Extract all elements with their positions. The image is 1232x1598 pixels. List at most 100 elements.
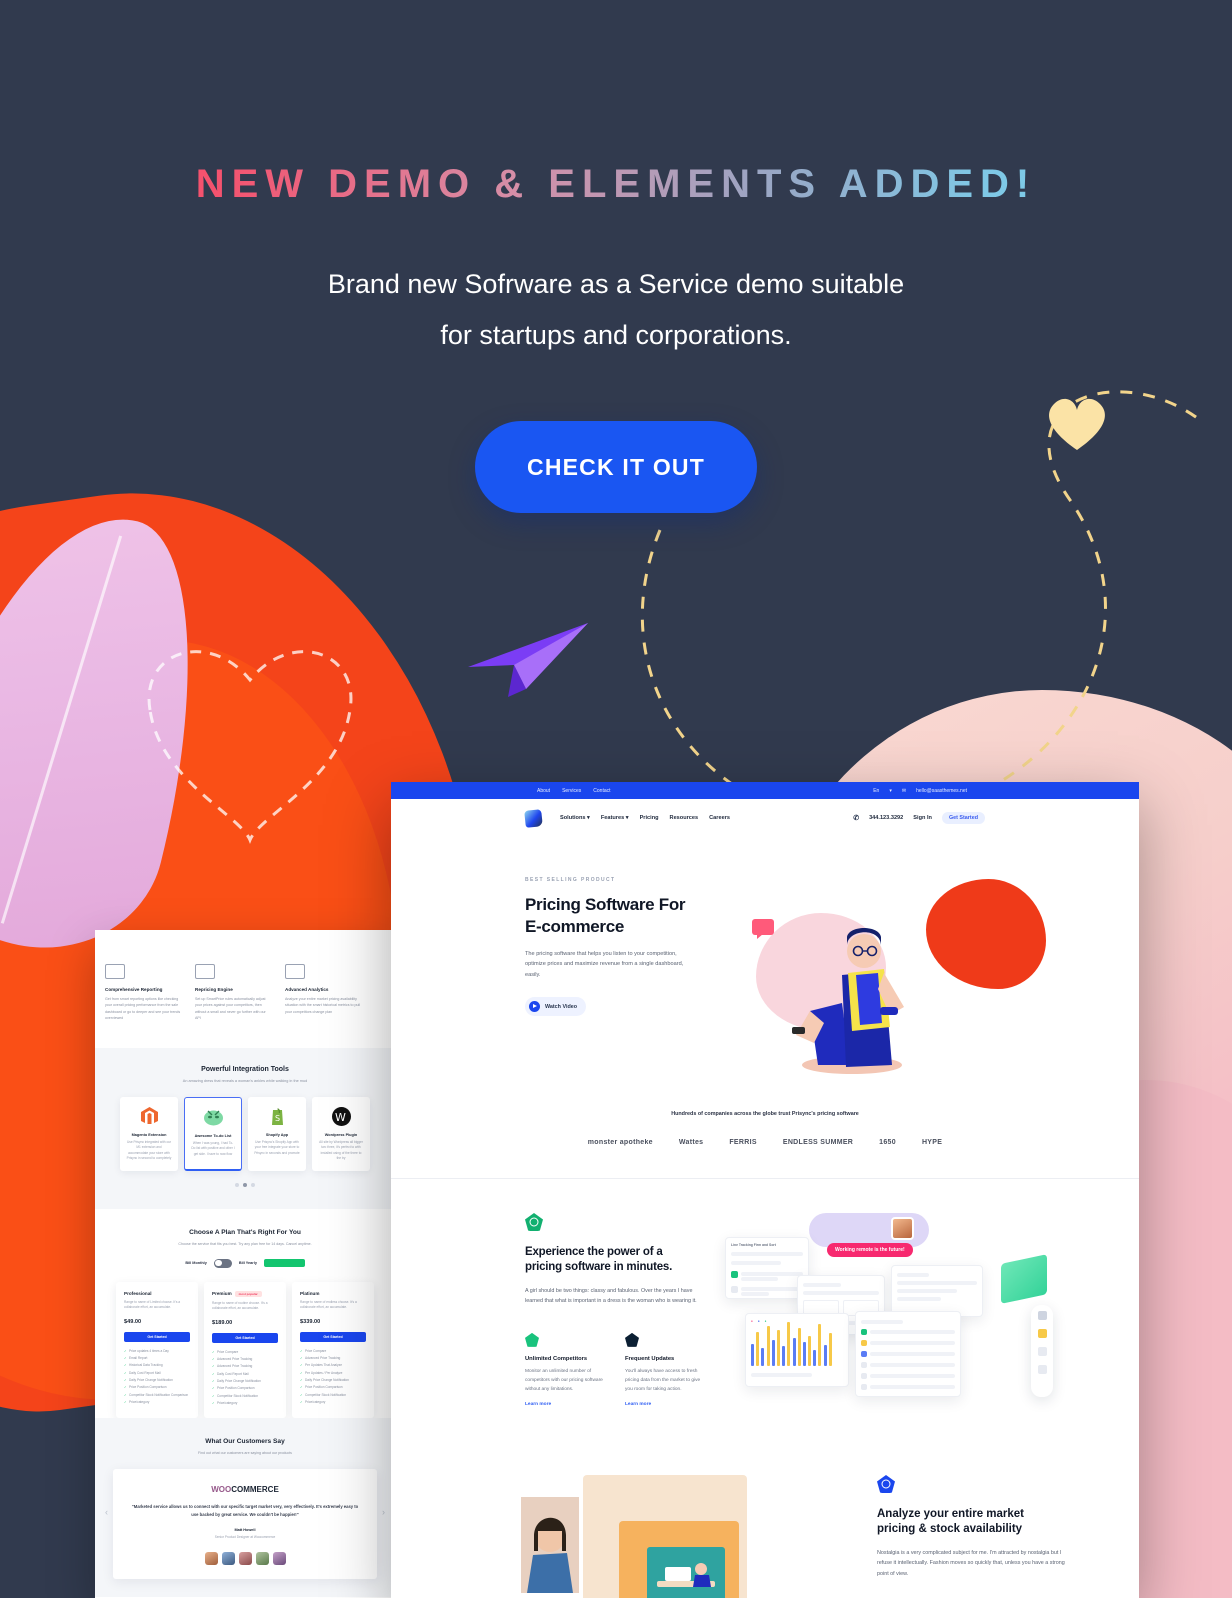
topbar-link-services[interactable]: Services <box>562 788 581 794</box>
topbar-link-about[interactable]: About <box>537 788 550 794</box>
plan-cta-button[interactable]: Get Started <box>300 1331 366 1342</box>
plan-feature: Price Compare <box>212 1350 278 1354</box>
dashed-heart-icon <box>147 650 353 845</box>
integration-card-magento[interactable]: Magento Extension Use Prisync integrated… <box>120 1096 178 1171</box>
analytics-icon <box>285 964 305 979</box>
carousel-dot[interactable] <box>235 1182 239 1187</box>
paper-plane-icon <box>468 623 588 697</box>
left-feature-title: Comprehensive Reporting <box>105 987 163 992</box>
awesome-todo-icon <box>191 1107 235 1129</box>
client-logo: Wattes <box>678 1139 704 1146</box>
topbar-link-contact[interactable]: Contact <box>593 788 610 794</box>
pricing-plan-premium[interactable]: Premium most popular Range to name of rou… <box>204 1281 286 1418</box>
user-avatar <box>891 1217 914 1240</box>
shield-competitors-icon <box>525 1332 539 1347</box>
testimonial-avatars[interactable] <box>131 1551 359 1565</box>
nav-get-started-button[interactable]: Get Started <box>941 812 985 824</box>
topbar-email[interactable]: hello@saasthemes.net <box>916 788 967 794</box>
nav-item-solutions[interactable]: Solutions ▾ <box>560 815 590 821</box>
watch-video-button[interactable]: Watch Video <box>525 997 587 1017</box>
plan-feature: Daily Price Change Notification <box>124 1378 190 1382</box>
primary-website-mockup[interactable]: About Services Contact En ▾ ✉ hello@saas… <box>391 782 1139 1598</box>
left-feature-item: Comprehensive Reporting Get from smart r… <box>105 964 181 1022</box>
trust-caption: Hundreds of companies across the globe t… <box>671 1111 859 1117</box>
nav-phone-number[interactable]: 344.123.3292 <box>869 815 903 821</box>
plan-price: $49.00 <box>124 1318 142 1325</box>
woocommerce-logo: WOOCOMMERCE <box>211 1484 279 1494</box>
plan-feature: Competitor Stock Notification Comparison <box>124 1393 190 1397</box>
chevron-left-icon[interactable]: ‹ <box>105 1507 108 1517</box>
feature-learn-more-link[interactable]: Learn more <box>525 1402 603 1407</box>
watch-video-label: Watch Video <box>545 1003 578 1010</box>
chevron-down-icon[interactable]: ▾ <box>889 788 892 794</box>
plan-blurb: Range to name of endless choose. It's a … <box>300 1299 357 1310</box>
rail-icon[interactable] <box>1037 1365 1047 1374</box>
avatar[interactable] <box>255 1551 269 1565</box>
language-selector[interactable]: En <box>873 788 879 794</box>
check-it-out-button[interactable]: CHECK IT OUT <box>475 420 757 513</box>
plan-feature: Per Updates / Per Analyze <box>300 1371 366 1375</box>
topbar-links[interactable]: About Services Contact <box>537 788 611 794</box>
hero-subtitle-line-2: for startups and corporations. <box>440 319 792 350</box>
carousel-dot[interactable] <box>251 1182 255 1187</box>
trust-section: Hundreds of companies across the globe t… <box>391 1095 1139 1152</box>
plan-feature: Competitor Stock Notification <box>300 1393 366 1397</box>
secondary-website-mockup[interactable]: Comprehensive Reporting Get from smart r… <box>95 930 395 1598</box>
nav-signin-link[interactable]: Sign In <box>913 815 932 821</box>
integration-card-body: When I was young, I had To-Do list with … <box>191 1140 235 1156</box>
integration-subtitle: An amazing dress that reveals a woman's … <box>182 1078 308 1083</box>
chevron-right-icon[interactable]: › <box>382 1507 385 1517</box>
left-features-row: Comprehensive Reporting Get from smart r… <box>95 930 395 1048</box>
pricing-plan-platinum[interactable]: Platinum Range to name of endless choose… <box>292 1281 374 1418</box>
wordpress-icon: W <box>318 1106 364 1128</box>
avatar[interactable] <box>272 1551 286 1565</box>
nav-item-resources[interactable]: Resources <box>670 815 699 821</box>
topbar-right[interactable]: En ▾ ✉ hello@saasthemes.net <box>873 788 967 794</box>
billing-toggle[interactable] <box>213 1258 232 1268</box>
rail-icon[interactable] <box>1037 1311 1047 1320</box>
power-section: Experience the power of a pricing softwar… <box>391 1179 1139 1439</box>
avatar[interactable] <box>238 1551 252 1565</box>
client-logos: monster apotheke Wattes FERRIS ENDLESS S… <box>391 1139 1139 1146</box>
dashboard-side-rail[interactable] <box>1031 1305 1053 1397</box>
plan-feature-list: Price updates 4 times a Day Email Report… <box>124 1349 190 1405</box>
feature-learn-more-link[interactable]: Learn more <box>625 1402 703 1407</box>
integration-card-wordpress[interactable]: W Wordpress Plugin All site by Wordpress… <box>312 1096 370 1171</box>
carousel-dots[interactable] <box>95 1182 395 1187</box>
dashboard-illustration: Working remote is the future! Line Track… <box>723 1213 1053 1439</box>
pricing-plan-professional[interactable]: Professional Range to name of Limited ch… <box>116 1281 198 1418</box>
repricing-icon <box>195 964 215 979</box>
mockup-topbar: About Services Contact En ▾ ✉ hello@saas… <box>391 782 1139 799</box>
star-icon[interactable] <box>1037 1329 1047 1338</box>
plan-cta-button[interactable]: Get Started <box>212 1332 278 1343</box>
pricing-subtitle: Choose the service that fits you best. T… <box>178 1241 312 1246</box>
integration-card-title: Wordpress Plugin <box>324 1132 358 1137</box>
plan-price: $189.00 <box>212 1319 233 1326</box>
avatar[interactable] <box>204 1551 218 1565</box>
document-icon[interactable] <box>1037 1347 1047 1356</box>
feature-body: Monitor an unlimited number of competito… <box>525 1368 603 1392</box>
play-icon <box>529 1001 540 1013</box>
plan-feature: Advanced Price Tracking <box>300 1356 366 1360</box>
brand-logo-icon[interactable] <box>524 808 543 828</box>
nav-right[interactable]: ✆ 344.123.3292 Sign In Get Started <box>853 812 985 824</box>
card-title: Line Tracking Firm and Sort <box>731 1243 776 1247</box>
billing-toggle-row[interactable]: Bill Monthly Bill Yearly SAVE 20% <box>95 1258 395 1268</box>
nav-item-careers[interactable]: Careers <box>709 815 730 821</box>
save-badge: SAVE 20% <box>263 1259 305 1268</box>
integration-card-awesome-todo[interactable]: Awesome To-do List When I was young, I h… <box>184 1096 242 1171</box>
nav-item-features[interactable]: Features ▾ <box>601 815 629 821</box>
avatar[interactable] <box>221 1551 235 1565</box>
integration-section: Powerful Integration Tools An amazing dr… <box>95 1047 395 1209</box>
plan-feature: Daily Price Change Notification <box>212 1379 278 1383</box>
plan-cta-button[interactable]: Get Started <box>124 1331 190 1342</box>
plan-name: Professional <box>124 1290 152 1296</box>
integration-card-title: Magento Extension <box>131 1132 167 1137</box>
integration-card-shopify[interactable]: S Shopify App Use Prisync's Shopify App … <box>248 1096 306 1171</box>
plan-blurb: Range to name of Limited choose. It's a … <box>124 1299 181 1310</box>
nav-links[interactable]: Solutions ▾ Features ▾ Pricing Resources… <box>560 815 730 821</box>
carousel-dot-active[interactable] <box>243 1182 247 1187</box>
nav-item-pricing[interactable]: Pricing <box>640 815 659 821</box>
power-feature-updates: Frequent Updates You'll always have acce… <box>625 1332 703 1407</box>
pricing-title: Choose A Plan That's Right For You <box>189 1228 301 1236</box>
